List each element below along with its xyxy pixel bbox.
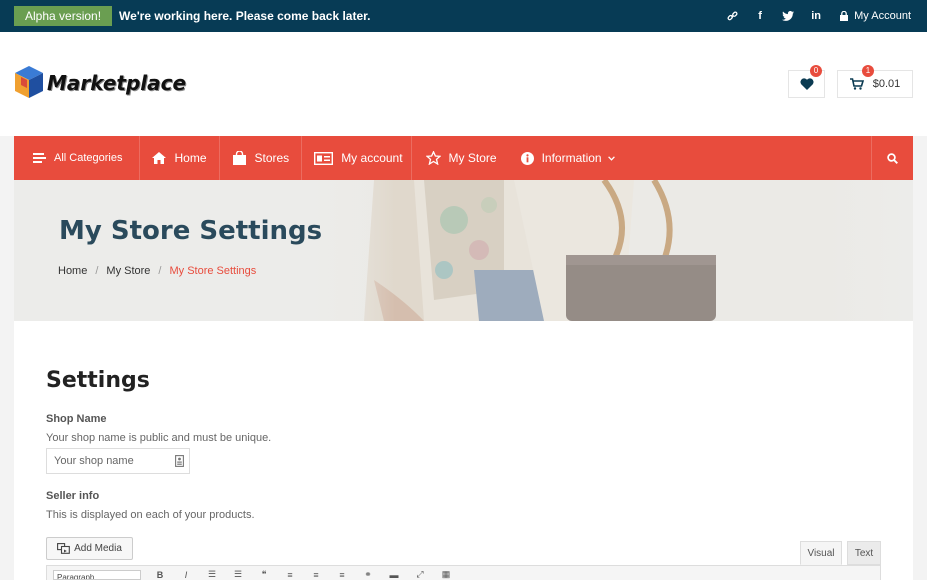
- nav-stores[interactable]: Stores: [220, 136, 302, 180]
- cart-count-badge: 1: [862, 65, 874, 77]
- wishlist-count-badge: 0: [810, 65, 822, 77]
- align-left-icon[interactable]: ≡: [277, 570, 303, 580]
- add-media-button[interactable]: Add Media: [46, 537, 133, 560]
- top-right-links: f in My Account: [718, 0, 911, 32]
- editor-toolbar: Paragraph B I ☰ ☰ ❝ ≡ ≡ ≡ ⚭ ▬ ⤢ ▦: [46, 565, 881, 580]
- nav-my-account[interactable]: My account: [302, 136, 410, 180]
- alpha-badge: Alpha version!: [14, 6, 113, 26]
- lock-icon: [840, 11, 849, 21]
- nav-home[interactable]: Home: [140, 136, 218, 180]
- breadcrumb-separator: /: [158, 265, 162, 277]
- nav-label: Stores: [254, 151, 290, 165]
- info-circle-icon: [520, 151, 534, 165]
- id-card-icon: [314, 151, 334, 165]
- fullscreen-icon[interactable]: ⤢: [407, 569, 433, 580]
- cart-icon: [849, 78, 864, 90]
- menu-lines-icon: [33, 153, 46, 163]
- insert-link-icon[interactable]: ⚭: [355, 569, 381, 580]
- format-select[interactable]: Paragraph: [53, 570, 141, 580]
- bullet-list-icon[interactable]: ☰: [199, 569, 225, 580]
- site-logo[interactable]: Marketplace: [13, 64, 186, 102]
- contact-card-icon: [175, 455, 184, 470]
- logo-text: Marketplace: [47, 71, 187, 95]
- nav-label: Home: [174, 151, 207, 165]
- nav-label: All Categories: [54, 152, 123, 164]
- breadcrumb: Home / My Store / My Store Settings: [58, 265, 256, 277]
- heart-icon: [799, 78, 814, 90]
- star-icon: [425, 151, 441, 165]
- breadcrumb-current: My Store Settings: [169, 265, 257, 277]
- media-icon: [57, 543, 70, 554]
- nav-information[interactable]: Information: [509, 136, 627, 180]
- numbered-list-icon[interactable]: ☰: [225, 569, 251, 580]
- settings-panel: Settings Shop Name Your shop name is pub…: [14, 321, 913, 580]
- shop-name-label: Shop Name: [46, 413, 107, 425]
- tab-visual[interactable]: Visual: [800, 541, 842, 565]
- hero-background-image: [304, 180, 913, 321]
- align-center-icon[interactable]: ≡: [303, 570, 329, 580]
- tab-text[interactable]: Text: [847, 541, 881, 565]
- breadcrumb-separator: /: [95, 265, 99, 277]
- shopping-bag-icon: [232, 151, 247, 165]
- nav-label: Information: [541, 151, 602, 165]
- site-notice: We're working here. Please come back lat…: [119, 9, 371, 23]
- breadcrumb-home[interactable]: Home: [58, 265, 87, 277]
- blockquote-icon[interactable]: ❝: [251, 569, 277, 580]
- seller-info-label: Seller info: [46, 490, 100, 502]
- page-hero: My Store Settings Home / My Store / My S…: [14, 180, 913, 321]
- my-account-label: My Account: [854, 10, 911, 22]
- breadcrumb-my-store[interactable]: My Store: [106, 265, 150, 277]
- italic-icon[interactable]: I: [173, 570, 199, 580]
- top-bar: Alpha version! We're working here. Pleas…: [0, 0, 927, 32]
- linkedin-icon[interactable]: in: [802, 0, 830, 32]
- search-icon[interactable]: [871, 136, 913, 180]
- page-title: My Store Settings: [59, 216, 323, 246]
- add-media-label: Add Media: [74, 543, 122, 554]
- chevron-down-icon: [607, 155, 615, 161]
- nav-my-store[interactable]: My Store: [412, 136, 509, 180]
- cart-button[interactable]: 1 $0.01: [837, 65, 913, 98]
- settings-heading: Settings: [46, 368, 150, 393]
- wishlist-button[interactable]: 0: [788, 65, 825, 98]
- nav-label: My Store: [448, 151, 497, 165]
- seller-info-description: This is displayed on each of your produc…: [46, 509, 255, 521]
- twitter-icon[interactable]: [774, 0, 802, 32]
- main-nav: All Categories Home Stores My account My…: [14, 136, 913, 180]
- nav-label: My account: [341, 151, 403, 165]
- facebook-icon[interactable]: f: [746, 0, 774, 32]
- my-account-link[interactable]: My Account: [840, 10, 911, 22]
- read-more-icon[interactable]: ▬: [381, 570, 407, 580]
- link-icon[interactable]: [718, 0, 746, 32]
- cart-total: $0.01: [872, 78, 901, 90]
- cube-logo-icon: [15, 66, 43, 98]
- shop-name-input[interactable]: Your shop name: [46, 448, 190, 474]
- align-right-icon[interactable]: ≡: [329, 570, 355, 580]
- shop-name-placeholder: Your shop name: [54, 455, 134, 467]
- toolbar-toggle-icon[interactable]: ▦: [433, 569, 459, 580]
- bold-icon[interactable]: B: [147, 570, 173, 580]
- shop-name-description: Your shop name is public and must be uni…: [46, 432, 272, 444]
- nav-all-categories[interactable]: All Categories: [14, 136, 139, 180]
- home-icon: [152, 152, 167, 164]
- site-header: Marketplace 0 1 $0.01: [0, 32, 927, 136]
